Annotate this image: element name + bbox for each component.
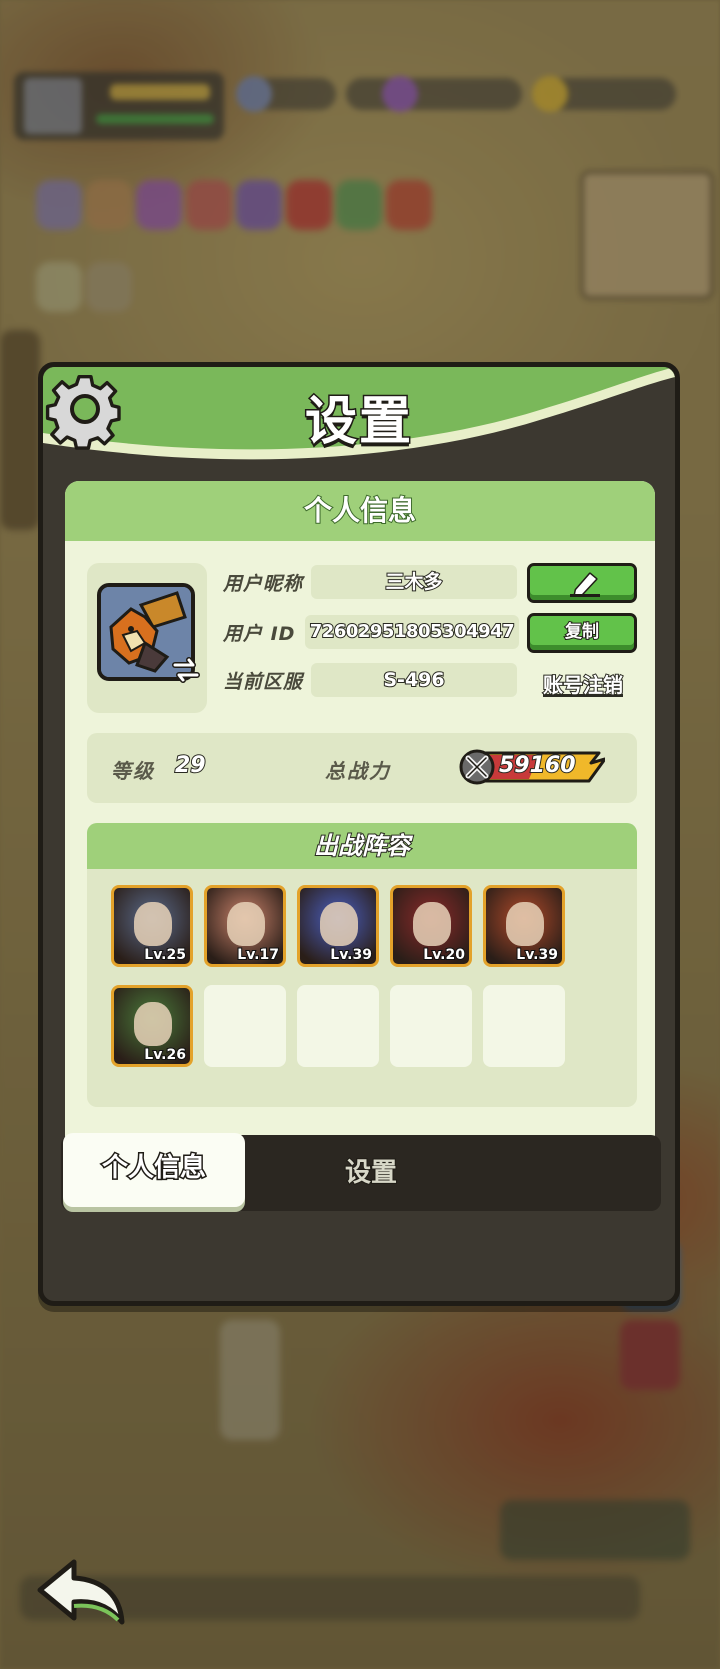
hero-level: Lv.39	[515, 946, 559, 964]
power-badge: 59160	[459, 749, 605, 785]
dialog-title: 设置	[303, 391, 413, 454]
power-label: 总战力	[325, 759, 391, 783]
hero-slot[interactable]: Lv.39	[483, 885, 565, 967]
dialog-header: 设置	[43, 367, 675, 467]
hero-level: Lv.17	[236, 946, 280, 964]
hero-slot[interactable]: Lv.20	[390, 885, 472, 967]
tab-personal-info[interactable]: 个人信息	[63, 1133, 245, 1207]
copy-id-button[interactable]: 复制	[527, 613, 637, 653]
hero-slot[interactable]: Lv.17	[204, 885, 286, 967]
level-value: 29	[174, 752, 207, 779]
level-label: 等级	[111, 759, 155, 783]
hero-level: Lv.20	[422, 946, 466, 964]
server-value: S-496	[311, 663, 517, 697]
avatar-frame	[87, 563, 207, 713]
nickname-label: 用户昵称	[223, 573, 304, 595]
user-id-label: 用户 ID	[223, 623, 296, 645]
tab-bar: 个人信息 设置	[61, 1133, 661, 1211]
stats-bar: 等级 29 总战力 59160	[87, 733, 637, 803]
nickname-value: 三木多	[311, 565, 517, 599]
account-deletion-link[interactable]: 账号注销	[533, 669, 633, 698]
panel-title: 个人信息	[65, 481, 655, 541]
battle-lineup: 出战阵容 Lv.25 Lv.17 Lv.39 Lv.20 Lv.39 Lv.26	[87, 823, 637, 1107]
hero-level: Lv.25	[143, 946, 187, 964]
hero-portrait	[413, 902, 451, 946]
hero-portrait	[506, 902, 544, 946]
hero-portrait	[227, 902, 265, 946]
power-value: 59160	[498, 752, 577, 779]
empty-hero-slot[interactable]	[483, 985, 565, 1067]
settings-dialog: 设置 个人信息 用户昵称 三木多 用户 ID 72602951805304947…	[38, 362, 680, 1306]
hero-level: Lv.26	[143, 1046, 187, 1064]
edit-nickname-button[interactable]	[527, 563, 637, 603]
swap-avatar-icon[interactable]	[171, 655, 201, 685]
hero-portrait	[134, 1002, 172, 1046]
hero-portrait	[134, 902, 172, 946]
hero-portrait	[320, 902, 358, 946]
hero-slot[interactable]: Lv.39	[297, 885, 379, 967]
hero-slot[interactable]: Lv.25	[111, 885, 193, 967]
server-label: 当前区服	[223, 671, 304, 693]
user-id-value: 72602951805304947	[305, 615, 519, 649]
profile-panel: 个人信息 用户昵称 三木多 用户 ID 72602951805304947 复制…	[65, 481, 655, 1163]
hero-slot[interactable]: Lv.26	[111, 985, 193, 1067]
empty-hero-slot[interactable]	[390, 985, 472, 1067]
empty-hero-slot[interactable]	[204, 985, 286, 1067]
back-arrow-icon[interactable]	[34, 1556, 132, 1628]
pencil-icon	[570, 572, 600, 597]
hero-level: Lv.39	[329, 946, 373, 964]
empty-hero-slot[interactable]	[297, 985, 379, 1067]
lineup-title: 出战阵容	[87, 823, 637, 869]
profile-info: 用户昵称 三木多 用户 ID 72602951805304947 复制 当前区服…	[87, 563, 637, 713]
tab-settings[interactable]: 设置	[311, 1135, 431, 1211]
